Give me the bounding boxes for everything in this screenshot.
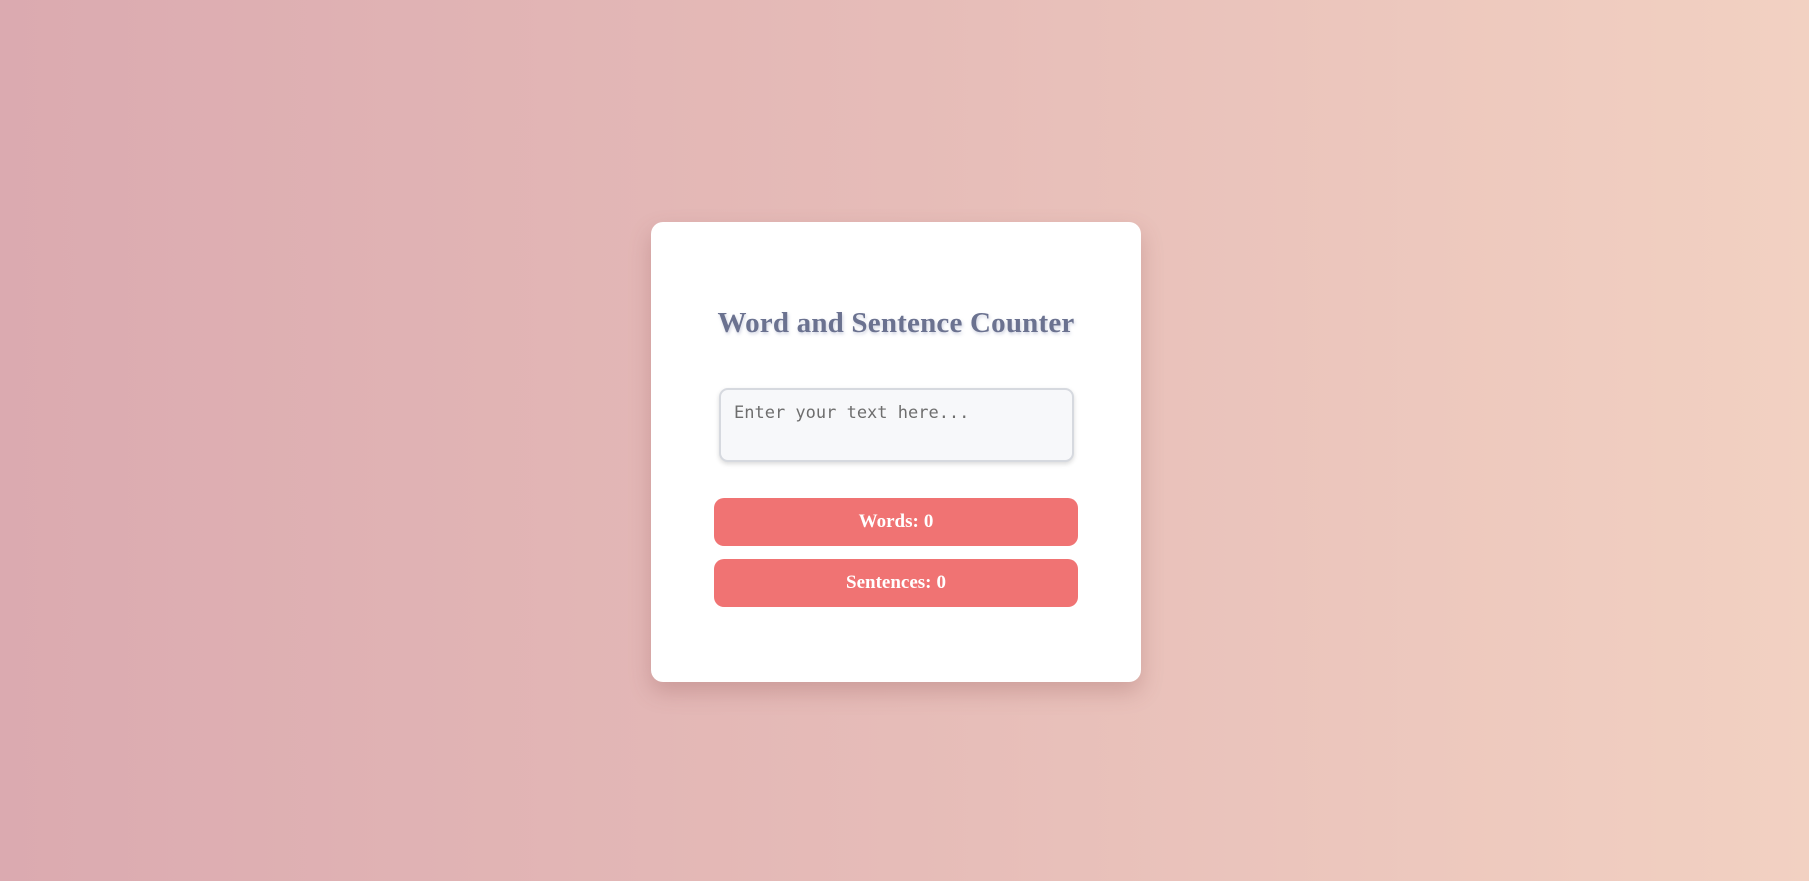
sentence-count-label: Sentences: — [846, 572, 932, 593]
text-input-container — [719, 388, 1074, 462]
word-count-badge: Words: 0 — [714, 498, 1078, 546]
sentence-count-value: 0 — [936, 572, 946, 593]
sentence-count-badge: Sentences: 0 — [714, 559, 1078, 607]
page-title: Word and Sentence Counter — [717, 307, 1075, 339]
word-count-label: Words: — [858, 511, 919, 532]
counter-card: Word and Sentence Counter Words: 0 Sente… — [651, 222, 1141, 682]
text-input[interactable] — [719, 388, 1074, 462]
word-count-value: 0 — [923, 511, 934, 532]
